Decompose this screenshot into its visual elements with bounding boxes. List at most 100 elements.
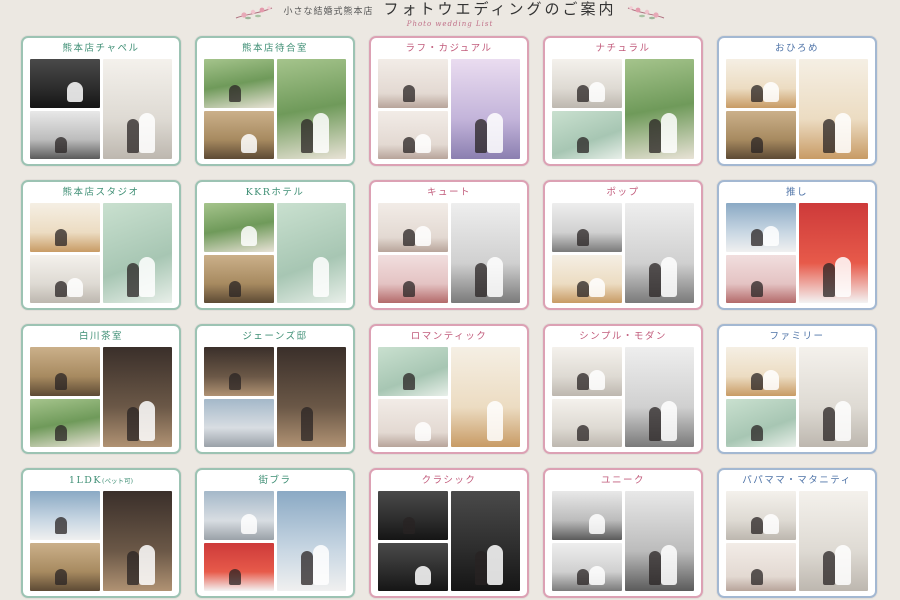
page-header: 小さな結婚式熊本店 フォトウエディングのご案内 Photo wedding Li…	[0, 0, 900, 34]
photo	[552, 398, 622, 447]
plan-card-machibura[interactable]: 街ブラ	[195, 468, 355, 598]
photo-collage	[204, 203, 346, 303]
plan-card-papa-mama-maternity[interactable]: パパママ・マタニティ	[717, 468, 877, 598]
card-title: 熊本店スタジオ	[62, 187, 140, 198]
plan-card-unique[interactable]: ユニーク	[543, 468, 703, 598]
photo-collage	[30, 59, 172, 159]
photo	[204, 347, 274, 396]
photo	[450, 347, 520, 447]
plan-card-family[interactable]: ファミリー	[717, 324, 877, 454]
plan-card-1ldk[interactable]: 1LDK(ペット可)	[21, 468, 181, 598]
photo-collage	[30, 347, 172, 447]
photo	[726, 542, 796, 591]
photo-collage	[726, 203, 868, 303]
card-title: ジェーンズ邸	[242, 331, 308, 342]
card-title: ロマンティック	[410, 331, 488, 342]
plan-card-oshi[interactable]: 推し	[717, 180, 877, 310]
photo	[378, 110, 448, 159]
photo	[378, 59, 448, 108]
photo	[726, 347, 796, 396]
plan-card-romantic[interactable]: ロマンティック	[369, 324, 529, 454]
photo	[378, 542, 448, 591]
plan-card-natural[interactable]: ナチュラル	[543, 36, 703, 166]
photo-collage	[552, 59, 694, 159]
photo	[624, 491, 694, 591]
flower-sprig-right-icon	[628, 6, 665, 20]
photo	[798, 347, 868, 447]
photo-collage	[378, 59, 520, 159]
plan-card-ohirome[interactable]: おひろめ	[717, 36, 877, 166]
photo	[30, 203, 100, 252]
card-title: パパママ・マタニティ	[742, 475, 852, 486]
plan-card-kkr-hotel[interactable]: KKRホテル	[195, 180, 355, 310]
card-title-main: 1LDK	[68, 475, 102, 486]
photo	[378, 347, 448, 396]
photo	[276, 491, 346, 591]
plan-card-pop[interactable]: ポップ	[543, 180, 703, 310]
photo-collage	[378, 491, 520, 591]
card-title: KKRホテル	[245, 187, 305, 198]
photo	[798, 491, 868, 591]
card-title: ポップ	[606, 187, 640, 198]
photo	[552, 254, 622, 303]
card-title: 白川茶室	[78, 331, 123, 342]
photo	[552, 110, 622, 159]
flower-sprig-left-icon	[235, 6, 272, 20]
photo	[204, 542, 274, 591]
card-title: シンプル・モダン	[579, 331, 667, 342]
plan-card-shirakawa-tea-room[interactable]: 白川茶室	[21, 324, 181, 454]
card-title: キュート	[426, 187, 471, 198]
photo	[552, 59, 622, 108]
photo	[102, 347, 172, 447]
plan-card-simple-modern[interactable]: シンプル・モダン	[543, 324, 703, 454]
photo	[30, 491, 100, 540]
page-subtitle: Photo wedding List	[406, 20, 494, 28]
photo-collage	[30, 491, 172, 591]
photo	[276, 203, 346, 303]
photo	[624, 59, 694, 159]
photo-collage	[378, 203, 520, 303]
photo	[726, 203, 796, 252]
photo	[624, 203, 694, 303]
photo-collage	[204, 59, 346, 159]
photo	[204, 59, 274, 108]
photo	[552, 203, 622, 252]
photo-collage	[552, 203, 694, 303]
card-title: 1LDK(ペット可)	[30, 474, 172, 488]
photo	[726, 254, 796, 303]
photo	[552, 542, 622, 591]
photo	[30, 59, 100, 108]
photo	[378, 491, 448, 540]
photo	[30, 110, 100, 159]
plan-card-kumamoto-chapel[interactable]: 熊本店チャペル	[21, 36, 181, 166]
photo	[102, 59, 172, 159]
card-title: ナチュラル	[595, 43, 651, 54]
photo	[450, 491, 520, 591]
photo-collage	[204, 491, 346, 591]
photo	[552, 491, 622, 540]
page-title: フォトウエディングのご案内	[383, 0, 617, 18]
plan-card-rough-casual[interactable]: ラフ・カジュアル	[369, 36, 529, 166]
photo-collage	[726, 347, 868, 447]
card-title: 街ブラ	[258, 475, 292, 486]
photo	[378, 254, 448, 303]
plan-card-cute[interactable]: キュート	[369, 180, 529, 310]
photo-collage	[378, 347, 520, 447]
photo	[378, 398, 448, 447]
photo-collage	[552, 347, 694, 447]
card-title-note: (ペット可)	[102, 477, 134, 485]
photo	[276, 59, 346, 159]
photo	[726, 491, 796, 540]
card-title: クラシック	[421, 475, 477, 486]
photo	[726, 398, 796, 447]
photo-collage	[726, 59, 868, 159]
photo	[204, 203, 274, 252]
plan-card-kumamoto-waiting-room[interactable]: 熊本店待合室	[195, 36, 355, 166]
card-title: ファミリー	[769, 331, 825, 342]
plan-card-janes-residence[interactable]: ジェーンズ邸	[195, 324, 355, 454]
photo	[102, 203, 172, 303]
plan-card-classic[interactable]: クラシック	[369, 468, 529, 598]
photo	[204, 110, 274, 159]
photo	[204, 398, 274, 447]
plan-card-kumamoto-studio[interactable]: 熊本店スタジオ	[21, 180, 181, 310]
